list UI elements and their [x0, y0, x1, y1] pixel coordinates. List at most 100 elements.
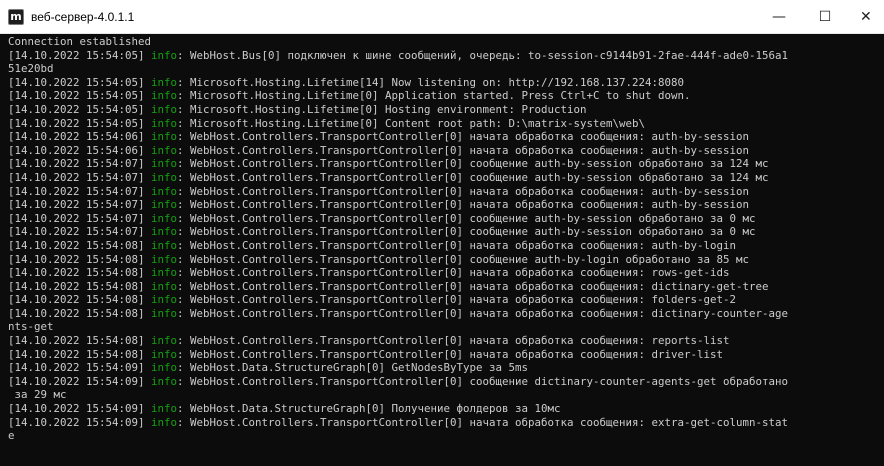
log-message: : WebHost.Bus[0] подключен к шине сообще… — [177, 48, 789, 62]
log-timestamp: [14.10.2022 15:54:07] — [8, 184, 152, 198]
console-line: [14.10.2022 15:54:08] info: WebHost.Cont… — [8, 239, 884, 253]
console-line: [14.10.2022 15:54:08] info: WebHost.Cont… — [8, 307, 884, 321]
log-level: info — [151, 116, 178, 130]
console-line: [14.10.2022 15:54:08] info: WebHost.Cont… — [8, 348, 884, 362]
window-title: веб-сервер-4.0.1.1 — [31, 9, 135, 24]
log-level: info — [151, 252, 178, 266]
log-timestamp: [14.10.2022 15:54:09] — [8, 415, 152, 429]
log-level: info — [151, 293, 178, 307]
log-level: info — [151, 211, 178, 225]
console-line: [14.10.2022 15:54:08] info: WebHost.Cont… — [8, 280, 884, 294]
console-line: [14.10.2022 15:54:05] info: Microsoft.Ho… — [8, 89, 884, 103]
console-line: [14.10.2022 15:54:07] info: WebHost.Cont… — [8, 171, 884, 185]
log-timestamp: [14.10.2022 15:54:05] — [8, 75, 152, 89]
log-level: info — [151, 130, 178, 144]
log-timestamp: [14.10.2022 15:54:08] — [8, 279, 152, 293]
console-line: [14.10.2022 15:54:09] info: WebHost.Data… — [8, 361, 884, 375]
log-level: info — [151, 266, 178, 280]
log-level: info — [151, 170, 178, 184]
log-timestamp: [14.10.2022 15:54:08] — [8, 293, 152, 307]
log-message: : Microsoft.Hosting.Lifetime[0] Applicat… — [177, 89, 691, 103]
log-timestamp: [14.10.2022 15:54:07] — [8, 170, 152, 184]
log-message: nts-get — [8, 320, 54, 334]
log-message: : WebHost.Controllers.TransportControlle… — [177, 252, 750, 266]
log-message: : Microsoft.Hosting.Lifetime[0] Hosting … — [177, 102, 587, 116]
log-message: : WebHost.Controllers.TransportControlle… — [177, 293, 737, 307]
log-message: : Microsoft.Hosting.Lifetime[0] Content … — [177, 116, 646, 130]
log-timestamp: [14.10.2022 15:54:06] — [8, 130, 152, 144]
log-timestamp: [14.10.2022 15:54:07] — [8, 211, 152, 225]
log-timestamp: [14.10.2022 15:54:08] — [8, 347, 152, 361]
log-level: info — [151, 143, 178, 157]
log-message: за 29 мс — [8, 388, 67, 402]
console-line: [14.10.2022 15:54:08] info: WebHost.Cont… — [8, 266, 884, 280]
log-timestamp: [14.10.2022 15:54:09] — [8, 402, 152, 416]
log-message: : WebHost.Controllers.TransportControlle… — [177, 170, 769, 184]
console-line: [14.10.2022 15:54:07] info: WebHost.Cont… — [8, 212, 884, 226]
log-timestamp: [14.10.2022 15:54:06] — [8, 143, 152, 157]
console-line: [14.10.2022 15:54:06] info: WebHost.Cont… — [8, 130, 884, 144]
minimize-button[interactable]: — — [756, 0, 802, 34]
log-level: info — [151, 75, 178, 89]
log-level: info — [151, 238, 178, 252]
log-message: : WebHost.Controllers.TransportControlle… — [177, 374, 789, 388]
app-icon: m — [8, 8, 24, 25]
console-line: [14.10.2022 15:54:05] info: WebHost.Bus[… — [8, 49, 884, 63]
log-message: : WebHost.Controllers.TransportControlle… — [177, 306, 789, 320]
console-line: [14.10.2022 15:54:07] info: WebHost.Cont… — [8, 157, 884, 171]
console-line: [14.10.2022 15:54:09] info: WebHost.Cont… — [8, 375, 884, 389]
log-level: info — [151, 347, 178, 361]
log-message: : WebHost.Controllers.TransportControlle… — [177, 143, 750, 157]
log-message: : WebHost.Controllers.TransportControlle… — [177, 279, 769, 293]
log-level: info — [151, 184, 178, 198]
console-line: Connection established — [8, 35, 884, 49]
console-line: [14.10.2022 15:54:07] info: WebHost.Cont… — [8, 198, 884, 212]
maximize-button[interactable]: ☐ — [802, 0, 848, 34]
log-timestamp: [14.10.2022 15:54:05] — [8, 116, 152, 130]
console-line: e — [8, 429, 884, 443]
log-level: info — [151, 374, 178, 388]
log-message: : WebHost.Controllers.TransportControlle… — [177, 157, 769, 171]
console-line: [14.10.2022 15:54:05] info: Microsoft.Ho… — [8, 76, 884, 90]
close-button[interactable]: ✕ — [848, 0, 884, 34]
console-line: [14.10.2022 15:54:08] info: WebHost.Cont… — [8, 293, 884, 307]
window-controls: — ☐ ✕ — [756, 0, 884, 34]
log-level: info — [151, 306, 178, 320]
log-timestamp: [14.10.2022 15:54:09] — [8, 361, 152, 375]
log-message: : WebHost.Controllers.TransportControlle… — [177, 198, 750, 212]
log-message: : WebHost.Controllers.TransportControlle… — [177, 225, 756, 239]
log-level: info — [151, 48, 178, 62]
log-timestamp: [14.10.2022 15:54:08] — [8, 266, 152, 280]
log-level: info — [151, 198, 178, 212]
log-timestamp: [14.10.2022 15:54:09] — [8, 374, 152, 388]
log-timestamp: [14.10.2022 15:54:07] — [8, 225, 152, 239]
log-level: info — [151, 334, 178, 348]
log-message: : WebHost.Controllers.TransportControlle… — [177, 184, 750, 198]
log-message: : WebHost.Controllers.TransportControlle… — [177, 238, 737, 252]
console-line: [14.10.2022 15:54:06] info: WebHost.Cont… — [8, 144, 884, 158]
log-level: info — [151, 279, 178, 293]
console-line: [14.10.2022 15:54:07] info: WebHost.Cont… — [8, 185, 884, 199]
log-timestamp: [14.10.2022 15:54:08] — [8, 238, 152, 252]
log-message: : WebHost.Controllers.TransportControlle… — [177, 415, 789, 429]
log-message: : WebHost.Data.StructureGraph[0] GetNode… — [177, 361, 529, 375]
console-line: [14.10.2022 15:54:08] info: WebHost.Cont… — [8, 253, 884, 267]
console-line: за 29 мс — [8, 388, 884, 402]
console-output[interactable]: Connection established [14.10.2022 15:54:… — [8, 35, 884, 466]
log-timestamp: [14.10.2022 15:54:05] — [8, 102, 152, 116]
log-message: : WebHost.Controllers.TransportControlle… — [177, 266, 730, 280]
log-message: : Microsoft.Hosting.Lifetime[14] Now lis… — [177, 75, 685, 89]
log-level: info — [151, 89, 178, 103]
log-timestamp: [14.10.2022 15:54:05] — [8, 89, 152, 103]
log-message: : WebHost.Controllers.TransportControlle… — [177, 334, 730, 348]
console-line: [14.10.2022 15:54:09] info: WebHost.Data… — [8, 402, 884, 416]
log-message: : WebHost.Controllers.TransportControlle… — [177, 211, 756, 225]
log-timestamp: [14.10.2022 15:54:08] — [8, 252, 152, 266]
log-level: info — [151, 102, 178, 116]
console-line: 51e20bd — [8, 62, 884, 76]
console-line: [14.10.2022 15:54:09] info: WebHost.Cont… — [8, 416, 884, 430]
title-bar[interactable]: m веб-сервер-4.0.1.1 — ☐ ✕ — [0, 0, 884, 34]
log-message: : WebHost.Controllers.TransportControlle… — [177, 130, 750, 144]
log-timestamp: [14.10.2022 15:54:07] — [8, 198, 152, 212]
log-timestamp: [14.10.2022 15:54:08] — [8, 334, 152, 348]
